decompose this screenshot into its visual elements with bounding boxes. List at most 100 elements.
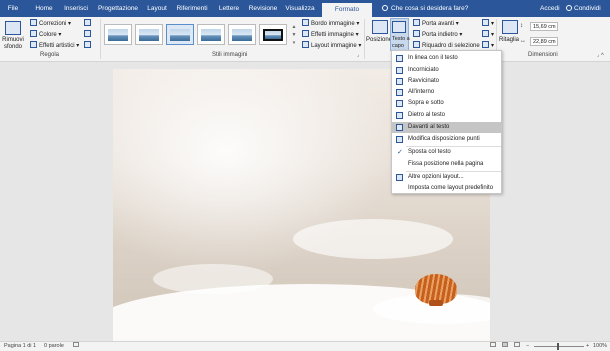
position-icon [372,20,388,34]
picture-effects-label: Effetti immagine [311,32,354,38]
tab-lettere[interactable]: Lettere [216,0,242,17]
square-wrap-icon [396,67,403,74]
web-layout-box [514,342,520,347]
menu-item-through[interactable]: All'interno [392,87,501,98]
picture-style-2[interactable] [135,24,163,45]
tab-formato[interactable]: Formato [322,3,372,17]
menu-item-label: Altre opzioni layout... [408,174,464,180]
height-input[interactable]: 15,69 cm [530,22,558,31]
send-backward-button[interactable]: Porta indietro ▾ [413,30,462,38]
menu-item-more-layout-options[interactable]: Altre opzioni layout... [392,172,501,183]
picture-style-5[interactable] [228,24,256,45]
corrections-button[interactable]: Correzioni ▾ [30,19,71,27]
edit-wrap-points-icon [396,136,403,143]
color-button[interactable]: Colore ▾ [30,30,61,38]
compress-icon [84,19,91,26]
ribbon: Rimuovi sfondo Correzioni ▾ Colore ▾ Eff… [0,17,610,62]
menu-item-top-bottom[interactable]: Sopra e sotto [392,98,501,109]
tight-wrap-icon [396,78,403,85]
menu-item-label: Ravvicinato [408,78,440,84]
picture-style-1[interactable] [104,24,132,45]
menu-item-label: Davanti al testo [408,124,450,130]
dialog-launcher-icon[interactable]: ⌟ [357,52,359,58]
picture-border-label: Bordo immagine [311,21,355,27]
picture-layout-button[interactable]: Layout immagine ▾ [302,41,361,49]
tab-riferimenti[interactable]: Riferimenti [173,0,211,17]
menu-item-label: Sopra e sotto [408,100,444,106]
reset-picture-button[interactable] [84,41,93,49]
style-preview [201,29,221,41]
picture-border-button[interactable]: Bordo immagine ▾ [302,19,359,27]
checkmark-icon: ✓ [397,149,403,156]
send-backward-icon [413,30,420,37]
wrap-text-button[interactable]: Testo a capo [390,18,410,51]
menu-item-fix-position[interactable]: Fissa posizione nella pagina [392,159,501,170]
top-bottom-wrap-icon [396,100,403,107]
picture-effects-button[interactable]: Effetti immagine ▾ [302,30,359,38]
menu-item-in-front-of-text[interactable]: Davanti al testo [392,122,501,133]
share-button[interactable]: Condividi [566,0,601,17]
layout-options-icon [396,174,403,181]
wrap-text-icon [392,21,406,33]
inline-wrap-icon [396,55,403,62]
word-count[interactable]: 0 parole [44,342,64,351]
menu-item-set-default-layout[interactable]: Imposta come layout predefinito [392,183,501,194]
change-picture-button[interactable] [84,30,93,38]
tab-progettazione[interactable]: Progettazione [95,0,141,17]
tab-revisione[interactable]: Revisione [247,0,279,17]
tell-me-text: Che cosa si desidera fare? [391,5,469,12]
behind-text-icon [396,112,403,119]
layout-icon [302,41,309,48]
rotate-button[interactable]: ▾ [482,41,494,49]
collapse-ribbon-icon[interactable]: ^ [601,53,604,59]
remove-background-button[interactable]: Rimuovi sfondo [1,37,25,51]
picture-style-4[interactable] [197,24,225,45]
menu-item-tight[interactable]: Ravvicinato [392,76,501,87]
zoom-out-button[interactable]: − [526,342,529,351]
style-preview [170,29,190,41]
tab-inserisci[interactable]: Inserisci [62,0,90,17]
style-preview [263,29,283,41]
zoom-slider-thumb[interactable] [557,343,559,350]
bring-forward-button[interactable]: Porta avanti ▾ [413,19,459,27]
width-input[interactable]: 22,89 cm [530,37,558,46]
page-count[interactable]: Pagina 1 di 1 [4,342,36,351]
picture-style-6[interactable] [259,24,287,45]
tab-layout[interactable]: Layout [145,0,169,17]
compress-pictures-button[interactable] [84,19,93,27]
rotate-icon [482,41,489,48]
send-backward-label: Porta indietro [422,32,458,38]
read-mode-box [490,342,496,347]
group-separator [364,19,365,59]
lightbulb-icon [382,5,388,11]
styles-gallery-scroll[interactable]: ▲ ▼ ▾ [291,23,297,47]
sign-in-link[interactable]: Accedi [540,0,560,17]
tab-file[interactable]: File [2,0,24,17]
corrections-label: Correzioni [39,21,67,27]
color-icon [30,30,37,37]
artistic-effects-button[interactable]: Effetti artistici ▾ [30,41,79,49]
size-dialog-launcher-icon[interactable]: ⌟ [597,52,599,58]
print-layout-box [502,342,508,347]
menu-item-move-with-text[interactable]: ✓ Sposta col testo [392,147,501,158]
change-picture-icon [84,30,91,37]
menu-item-edit-wrap-points[interactable]: Modifica disposizione punti [392,134,501,145]
group-button[interactable]: ▾ [482,30,494,38]
zoom-level[interactable]: 100% [593,342,607,351]
tab-visualizza[interactable]: Visualizza [283,0,317,17]
menu-item-behind-text[interactable]: Dietro al testo [392,110,501,121]
wrap-text-label-1: Testo a [392,36,410,42]
align-button[interactable]: ▾ [482,19,494,27]
menu-item-square[interactable]: Incorniciato [392,65,501,76]
menu-item-in-line[interactable]: In linea con il testo [392,53,501,64]
tab-home[interactable]: Home [32,0,56,17]
tell-me-search[interactable]: Che cosa si desidera fare? [382,0,468,17]
crop-button[interactable]: Ritaglia [499,37,519,43]
menu-item-label: Fissa posizione nella pagina [408,161,484,167]
picture-style-3[interactable] [166,24,194,45]
position-button[interactable]: Posizione [366,37,392,43]
selection-pane-button[interactable]: Riquadro di selezione [413,41,480,49]
remove-background-icon [5,21,21,35]
zoom-slider[interactable] [534,346,584,347]
zoom-in-button[interactable]: + [586,342,589,351]
